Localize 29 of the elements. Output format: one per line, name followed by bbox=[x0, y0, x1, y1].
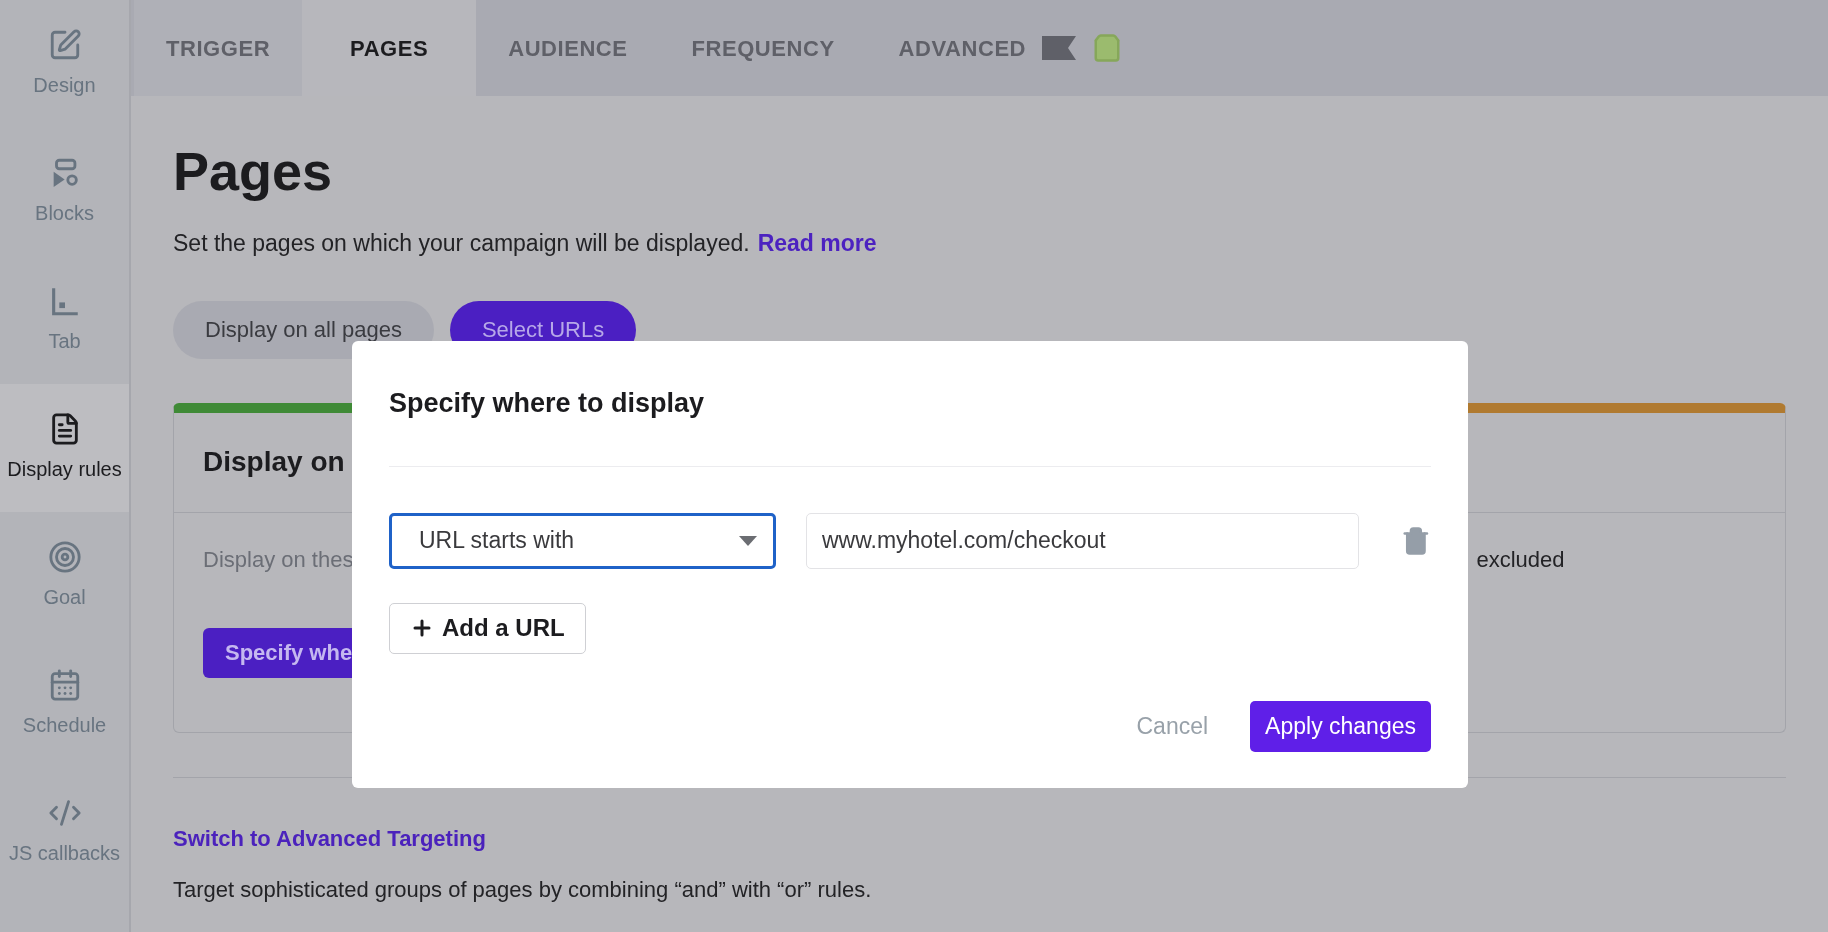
sidebar-item[interactable]: Blocks bbox=[0, 128, 129, 256]
sidebar-item[interactable]: Tab bbox=[0, 256, 129, 384]
flag-icon bbox=[1042, 36, 1077, 60]
tab[interactable]: ADVANCED bbox=[866, 0, 1059, 96]
advanced-targeting-link[interactable]: Switch to Advanced Targeting bbox=[173, 821, 486, 855]
condition-dropdown[interactable]: URL starts with bbox=[389, 512, 776, 569]
dialog-title: Specify where to display bbox=[389, 387, 706, 420]
advanced-description: Target sophisticated groups of pages by combining “and” with “or” rules. bbox=[173, 875, 873, 904]
read-more-link[interactable]: Read more bbox=[757, 226, 877, 261]
card-heading: Display on bbox=[203, 445, 345, 479]
apply-changes-button[interactable]: Apply changes bbox=[1250, 701, 1431, 752]
tab[interactable]: PAGES bbox=[302, 0, 477, 96]
sidebar-item[interactable]: Design bbox=[0, 0, 129, 128]
target-icon bbox=[47, 540, 82, 574]
display-mode-option[interactable]: Display on all pages bbox=[173, 300, 434, 359]
card-description: excluded bbox=[1476, 546, 1565, 572]
sidebar-item[interactable]: Display rules bbox=[0, 384, 129, 512]
sidebar-item[interactable]: JS callbacks bbox=[0, 768, 129, 896]
url-input[interactable]: www.myhotel.com/checkout bbox=[805, 512, 1360, 569]
tab[interactable]: TRIGGER bbox=[134, 0, 303, 96]
caret-icon bbox=[738, 535, 757, 546]
sidebar-item[interactable]: Goal bbox=[0, 512, 129, 640]
sidebar-item[interactable]: Schedule bbox=[0, 640, 129, 768]
page-description: Set the pages on which your campaign will be displayed. bbox=[173, 229, 750, 258]
tab[interactable]: AUDIENCE bbox=[476, 0, 660, 96]
add-url-button[interactable]: Add a URL bbox=[389, 602, 586, 654]
card-description: Display on thes bbox=[203, 545, 354, 574]
cancel-button[interactable]: Cancel bbox=[1136, 709, 1209, 744]
tab[interactable]: FREQUENCY bbox=[659, 0, 867, 96]
